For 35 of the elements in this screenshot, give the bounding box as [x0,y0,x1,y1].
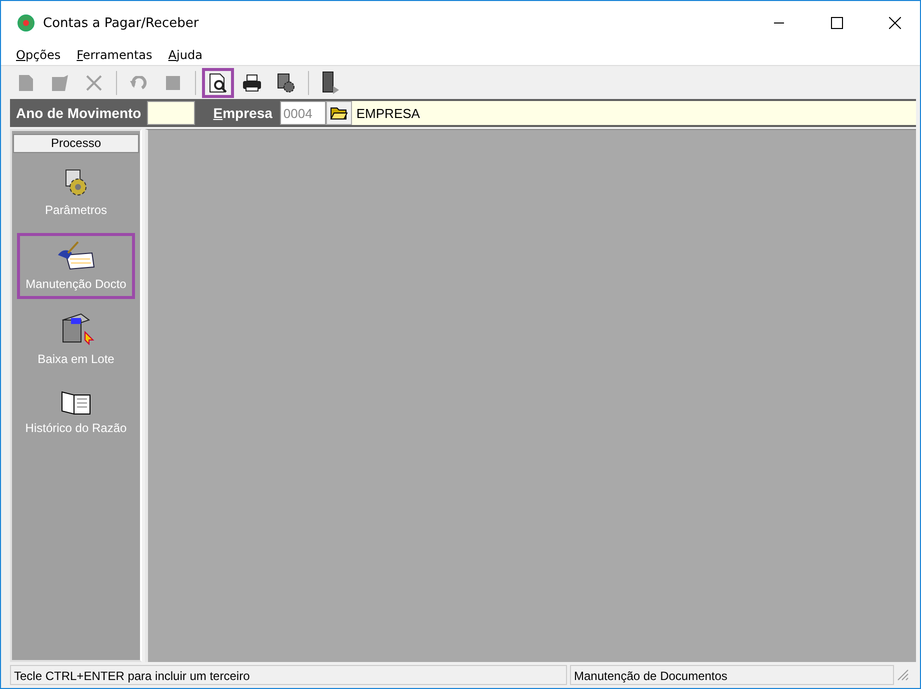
preview-icon [209,72,227,92]
sidebar-item[interactable]: Manutenção Docto [17,233,135,299]
sidebar-item[interactable]: Histórico do Razão [17,379,135,445]
status-text: Manutenção de Documentos [570,665,894,685]
company-label: Empresa [213,105,272,121]
window-title: Contas a Pagar/Receber [43,16,200,30]
status-text: Tecle CTRL+ENTER para incluir um terceiro [10,665,567,685]
sidebar-item[interactable]: Parâmetros [17,160,135,226]
printer-icon [242,74,262,92]
year-field[interactable] [147,101,196,125]
menu-item[interactable]: Ferramentas [76,48,152,62]
resize-grip-icon [897,669,909,681]
undo-icon [130,76,148,90]
open-button[interactable] [326,101,352,125]
hand-writing-icon [56,241,96,271]
book-icon [60,389,92,415]
close-icon [85,74,103,92]
menu-item[interactable]: Ajuda [168,48,202,62]
toolbar-button[interactable] [202,68,234,98]
gear-document-icon [276,72,296,92]
sidebar-item[interactable]: Baixa em Lote [17,306,135,372]
maximize-icon [831,17,843,29]
company-name-field[interactable]: EMPRESA [352,101,916,125]
door-icon [321,70,341,94]
folder-icon [330,106,348,120]
year-label: Ano de Movimento [16,105,142,121]
close-icon [889,17,901,29]
company-code-field[interactable]: 0004 [280,101,326,125]
gear-icon [63,169,89,197]
document-icon [18,74,34,92]
document-icon [51,74,69,92]
menu-item[interactable]: Opções [16,48,61,62]
stop-icon [165,74,181,90]
sidebar-title: Processo [13,134,139,153]
app-icon [17,14,35,32]
